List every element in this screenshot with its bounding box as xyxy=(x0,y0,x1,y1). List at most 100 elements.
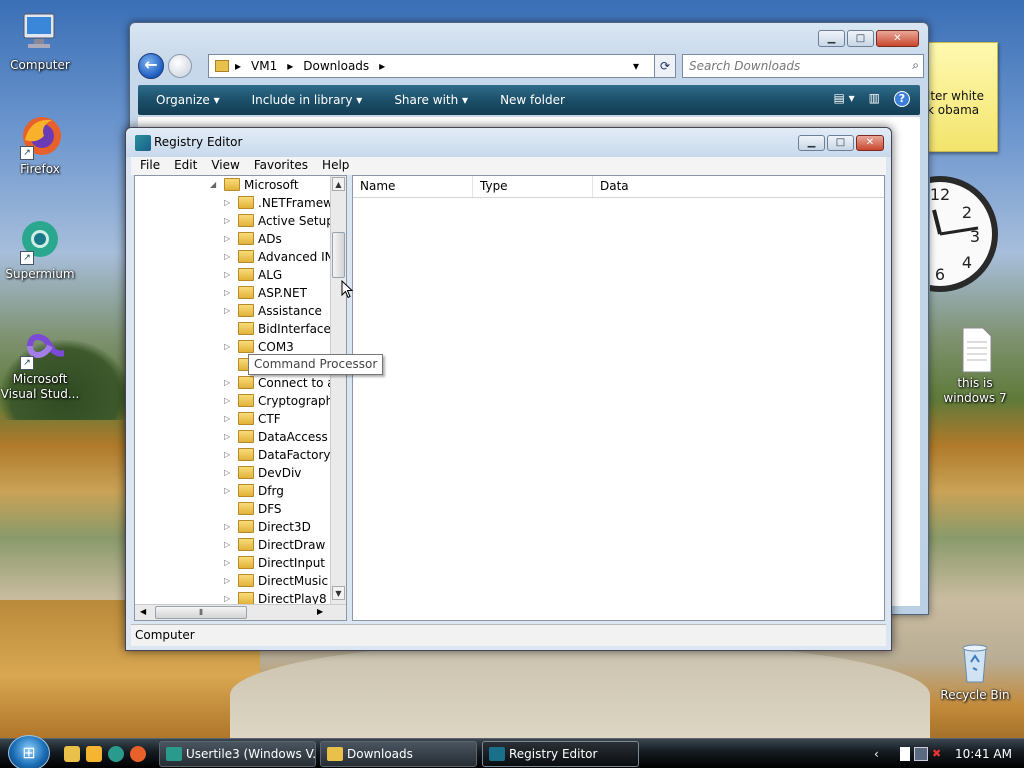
expand-arrow-icon[interactable]: ▷ xyxy=(224,284,230,302)
search-input[interactable]: Search Downloads ⌕ xyxy=(682,54,924,78)
views-icon[interactable]: ▤ ▾ xyxy=(833,91,854,107)
tree-item[interactable]: ▷ DirectDraw xyxy=(224,536,325,554)
column-type[interactable]: Type xyxy=(473,176,593,197)
close-button[interactable]: ✕ xyxy=(876,30,919,47)
desktop-icon-visual-studio[interactable]: ↗ Microsoft Visual Stud... xyxy=(0,322,80,402)
maximize-button[interactable]: □ xyxy=(847,30,874,47)
taskbar-button-usertile[interactable]: Usertile3 (Windows V... xyxy=(159,741,316,767)
expand-arrow-icon[interactable]: ▷ xyxy=(224,248,230,266)
tree-horizontal-scrollbar[interactable]: ◀ ⦀ ▶ xyxy=(135,604,346,620)
expand-arrow-icon[interactable]: ▷ xyxy=(224,536,230,554)
scroll-thumb[interactable] xyxy=(332,232,345,278)
flag-icon[interactable] xyxy=(900,747,910,761)
title-bar[interactable]: Registry Editor xyxy=(126,128,891,157)
tree-item[interactable]: ▷ Cryptography xyxy=(224,392,340,410)
close-button[interactable]: ✕ xyxy=(856,135,884,151)
address-bar[interactable]: ▸ VM1 ▸ Downloads ▸ ▾ xyxy=(208,54,658,78)
tree-item[interactable]: ▷ Dfrg xyxy=(224,482,284,500)
tree-item-microsoft[interactable]: ◢ Microsoft xyxy=(210,176,299,194)
values-list[interactable]: Name Type Data xyxy=(352,175,885,621)
expand-arrow-icon[interactable]: ▷ xyxy=(224,266,230,284)
back-button[interactable]: ← xyxy=(138,53,164,79)
sticky-note[interactable]: lter white k obama xyxy=(928,42,998,152)
organize-button[interactable]: Organize ▾ xyxy=(156,93,220,107)
address-dropdown-icon[interactable]: ▾ xyxy=(633,59,639,73)
menu-file[interactable]: File xyxy=(140,157,160,175)
minimize-button[interactable]: ▁ xyxy=(798,135,825,151)
tree-item[interactable]: BidInterface xyxy=(238,320,331,338)
expand-arrow-icon[interactable]: ▷ xyxy=(224,212,230,230)
scroll-down-arrow[interactable]: ▼ xyxy=(332,586,345,600)
refresh-button[interactable]: ⟳ xyxy=(654,54,676,78)
expand-arrow-icon[interactable]: ▷ xyxy=(224,572,230,590)
expand-arrow-icon[interactable]: ▷ xyxy=(224,518,230,536)
expand-arrow-icon[interactable]: ▷ xyxy=(224,482,230,500)
tree-item[interactable]: ▷ DataAccess xyxy=(224,428,328,446)
breadcrumb-downloads[interactable]: Downloads xyxy=(303,59,369,73)
tree-item[interactable]: ▷ Assistance xyxy=(224,302,322,320)
collapse-arrow-icon[interactable]: ◢ xyxy=(210,176,216,194)
maximize-button[interactable]: □ xyxy=(827,135,854,151)
breadcrumb-vm1[interactable]: VM1 xyxy=(251,59,277,73)
menu-favorites[interactable]: Favorites xyxy=(254,157,308,175)
expand-arrow-icon[interactable]: ▷ xyxy=(224,194,230,212)
tree-item[interactable]: ▷ DirectMusic xyxy=(224,572,328,590)
expand-arrow-icon[interactable]: ▷ xyxy=(224,410,230,428)
expand-arrow-icon[interactable]: ▷ xyxy=(224,302,230,320)
registry-editor-window[interactable]: Registry Editor ▁ □ ✕ File Edit View Fav… xyxy=(125,127,892,651)
tree-item[interactable]: ▷ ADs xyxy=(224,230,282,248)
desktop-icon-supermium[interactable]: ↗ Supermium xyxy=(0,217,80,281)
media-player-icon[interactable] xyxy=(86,746,102,762)
tree-item[interactable]: DFS xyxy=(238,500,282,518)
show-desktop-icon[interactable] xyxy=(64,746,80,762)
desktop-icon-firefox[interactable]: ↗ Firefox xyxy=(0,112,80,176)
share-with-button[interactable]: Share with ▾ xyxy=(394,93,468,107)
menu-help[interactable]: Help xyxy=(322,157,349,175)
expand-arrow-icon[interactable]: ▷ xyxy=(224,428,230,446)
scroll-thumb[interactable]: ⦀ xyxy=(155,606,247,619)
include-in-library-button[interactable]: Include in library ▾ xyxy=(252,93,363,107)
menu-edit[interactable]: Edit xyxy=(174,157,197,175)
tree-item[interactable]: ▷ Advanced INF xyxy=(224,248,341,266)
supermium-quicklaunch-icon[interactable] xyxy=(108,746,124,762)
column-data[interactable]: Data xyxy=(593,176,884,197)
tree-vertical-scrollbar[interactable]: ▲ ▼ xyxy=(330,176,346,606)
firefox-quicklaunch-icon[interactable] xyxy=(130,746,146,762)
expand-arrow-icon[interactable]: ▷ xyxy=(224,392,230,410)
help-icon[interactable]: ? xyxy=(894,91,910,107)
preview-pane-icon[interactable]: ▥ xyxy=(869,91,880,107)
search-icon[interactable]: ⌕ xyxy=(912,58,919,73)
expand-arrow-icon[interactable]: ▷ xyxy=(224,464,230,482)
registry-tree[interactable]: ◢ Microsoft ▷ .NETFramewo ▷ Active Setup ▷ AD… xyxy=(134,175,347,621)
clock-gadget[interactable]: 12 2 3 4 6 xyxy=(930,172,1000,292)
tray-expand-icon[interactable]: ‹ xyxy=(874,747,888,761)
scroll-left-arrow[interactable]: ◀ xyxy=(140,605,146,619)
desktop-icon-recycle-bin[interactable]: Recycle Bin xyxy=(935,638,1015,702)
desktop-icon-computer[interactable]: Computer xyxy=(0,8,80,72)
scroll-up-arrow[interactable]: ▲ xyxy=(332,177,345,191)
column-name[interactable]: Name xyxy=(353,176,473,197)
taskbar-button-registry-editor[interactable]: Registry Editor xyxy=(482,741,639,767)
taskbar-button-downloads[interactable]: Downloads xyxy=(320,741,477,767)
tree-item[interactable]: ▷ DevDiv xyxy=(224,464,301,482)
tree-item[interactable]: ▷ CTF xyxy=(224,410,281,428)
tray-clock[interactable]: 10:41 AM xyxy=(955,739,1012,768)
expand-arrow-icon[interactable]: ▷ xyxy=(224,230,230,248)
start-button[interactable]: ⊞ xyxy=(8,735,50,768)
network-icon[interactable] xyxy=(914,747,928,761)
minimize-button[interactable]: ▁ xyxy=(818,30,845,47)
forward-button[interactable] xyxy=(168,54,192,78)
desktop-icon-text-file[interactable]: this is windows 7 xyxy=(935,326,1015,406)
expand-arrow-icon[interactable]: ▷ xyxy=(224,446,230,464)
expand-arrow-icon[interactable]: ▷ xyxy=(224,338,230,356)
tree-item[interactable]: ▷ Direct3D xyxy=(224,518,311,536)
tree-item[interactable]: ▷ .NETFramewo xyxy=(224,194,340,212)
volume-muted-icon[interactable]: ✖ xyxy=(932,747,946,761)
menu-view[interactable]: View xyxy=(211,157,239,175)
scroll-right-arrow[interactable]: ▶ xyxy=(317,605,323,619)
new-folder-button[interactable]: New folder xyxy=(500,93,565,107)
tree-item[interactable]: ▷ ALG xyxy=(224,266,282,284)
tree-item[interactable]: ▷ Active Setup xyxy=(224,212,334,230)
expand-arrow-icon[interactable]: ▷ xyxy=(224,554,230,572)
tree-item[interactable]: ▷ DataFactory xyxy=(224,446,331,464)
